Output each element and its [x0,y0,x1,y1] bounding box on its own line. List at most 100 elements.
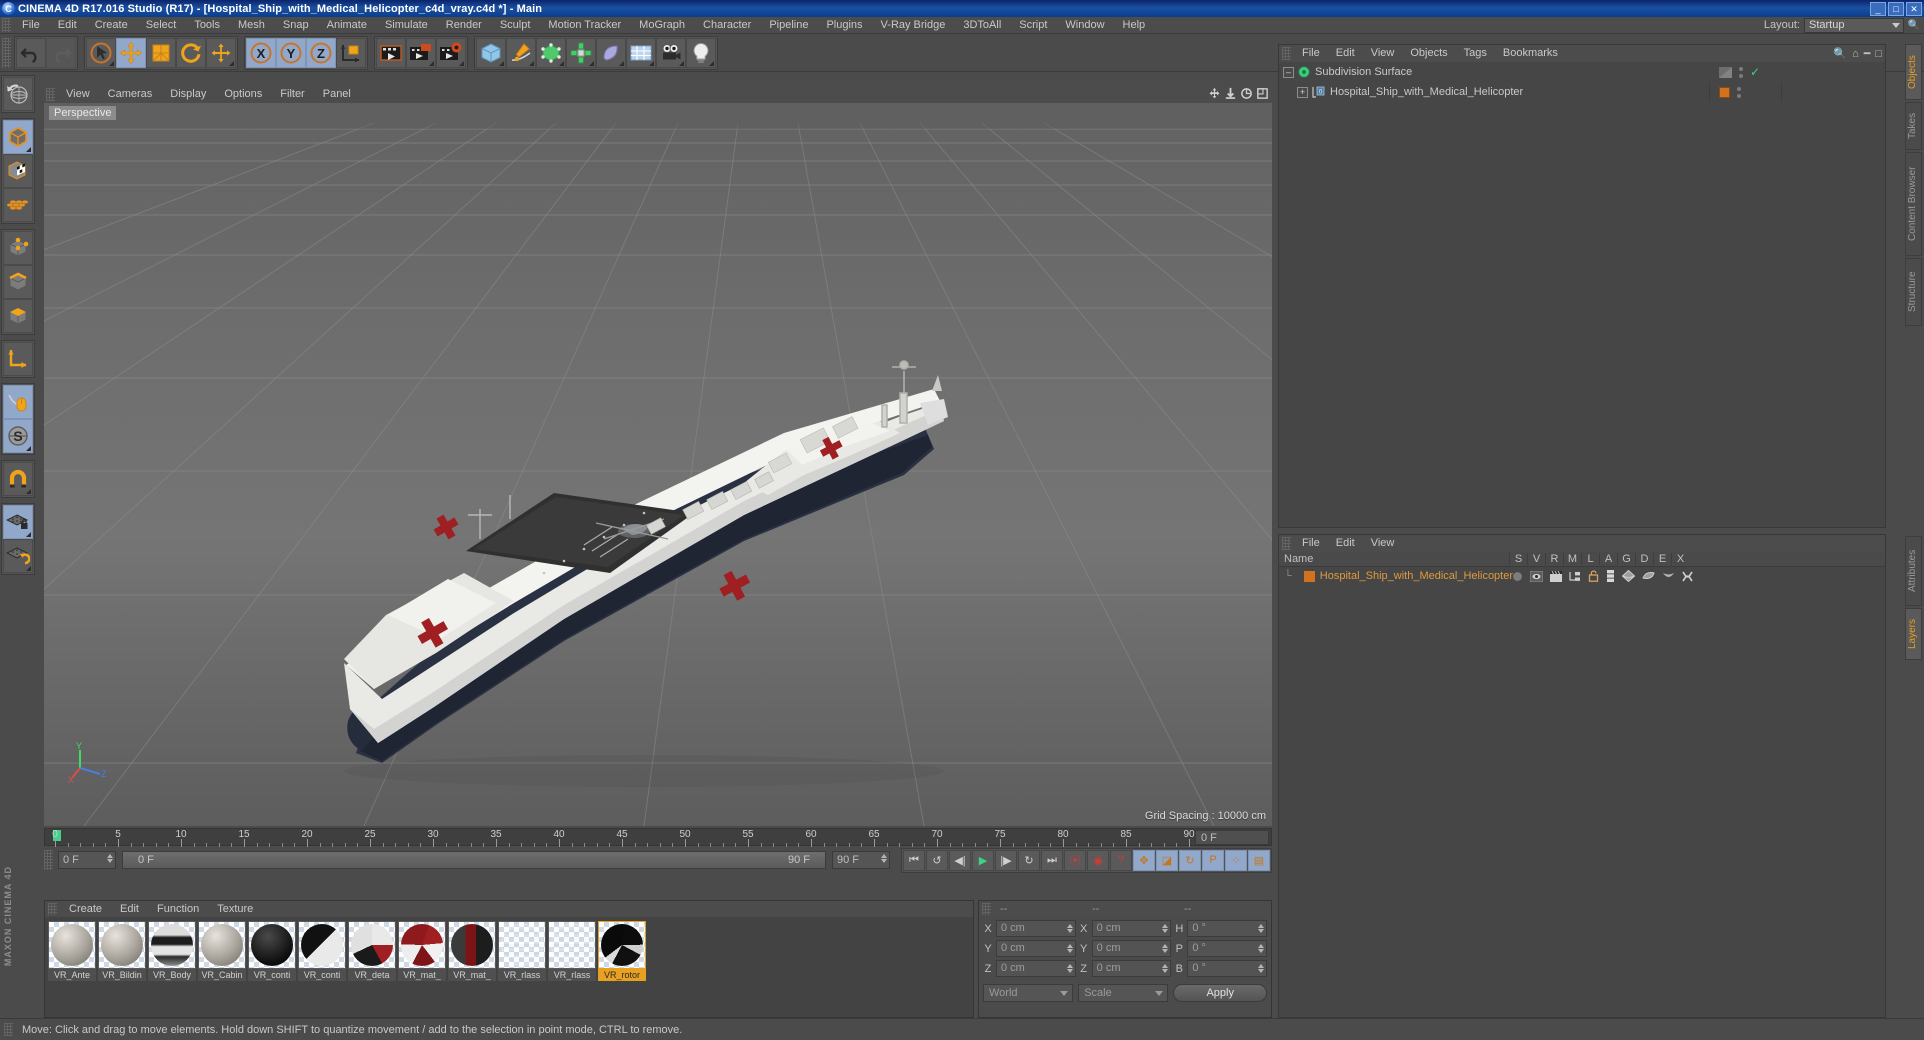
column-e[interactable]: E [1653,553,1671,565]
tab-layers[interactable]: Layers [1905,608,1922,660]
generator-icon[interactable] [1622,570,1635,582]
column-l[interactable]: L [1581,553,1599,565]
layer-row[interactable]: └ Hospital_Ship_with_Medical_Helicopter [1279,567,1885,585]
pen-spline-button[interactable] [506,37,536,68]
object-menu-edit[interactable]: Edit [1328,45,1363,62]
material-preview-swatch[interactable] [248,921,296,969]
cube-primitive-button[interactable] [476,37,506,68]
material-menu-function[interactable]: Function [148,901,208,917]
live-selection-button[interactable] [86,37,116,68]
enable-axis-icon[interactable]: S [3,419,33,453]
menu-animate[interactable]: Animate [318,17,376,34]
generator-button[interactable] [536,37,566,68]
column-g[interactable]: G [1617,553,1635,565]
point-level-anim-button[interactable]: ⁘ [1225,849,1247,871]
axis-x-button[interactable]: X [246,37,276,68]
end-frame-field[interactable]: 90 F [832,851,890,869]
material-preview-swatch[interactable] [598,921,646,969]
next-frame-button[interactable]: |▶ [995,849,1017,871]
record-active-objects-button[interactable]: ⦿ [1064,849,1086,871]
material-preview-swatch[interactable] [398,921,446,969]
material-preview-swatch[interactable] [148,921,196,969]
rotation-p-field[interactable]: 0 ° [1187,940,1268,957]
viewport-menu-options[interactable]: Options [215,86,271,103]
material-preview-swatch[interactable] [348,921,396,969]
viewport-menu-panel[interactable]: Panel [314,86,360,103]
go-to-end-button[interactable]: ⏭ [1041,849,1063,871]
scale-tool-button[interactable] [146,37,176,68]
rotation-b-field[interactable]: 0 ° [1187,960,1268,977]
object-row-controls[interactable]: ✓ [1719,62,1760,82]
layout-dropdown[interactable]: Startup [1804,17,1904,33]
animation-icon[interactable] [1606,570,1615,582]
workplane-rotate-icon[interactable] [3,539,33,573]
scale-key-button[interactable]: ◪ [1156,849,1178,871]
tab-content-browser[interactable]: Content Browser [1905,152,1922,256]
rotation-key-button[interactable]: ↻ [1179,849,1201,871]
menu-file[interactable]: File [13,17,49,34]
menu-pipeline[interactable]: Pipeline [760,17,817,34]
points-mode-icon[interactable] [3,188,33,222]
visible-eye-icon[interactable] [1530,570,1543,582]
layer-menu-file[interactable]: File [1294,535,1328,552]
viewport-menu-filter[interactable]: Filter [271,86,313,103]
object-menu-tags[interactable]: Tags [1456,45,1495,62]
start-frame-field[interactable]: 0 F [58,851,116,869]
render-view-button[interactable] [376,37,406,68]
material-preview-swatch[interactable] [298,921,346,969]
object-menu-bookmarks[interactable]: Bookmarks [1495,45,1566,62]
menu-window[interactable]: Window [1056,17,1113,34]
menu-plugins[interactable]: Plugins [817,17,871,34]
minimize-panel-icon[interactable]: ━ [1864,47,1871,60]
keyframe-selection-button[interactable]: ? [1110,849,1132,871]
column-x[interactable]: X [1671,553,1689,565]
world-object-axis-button[interactable] [336,37,366,68]
snap-magnet-icon[interactable] [3,462,33,496]
column-v[interactable]: V [1527,553,1545,565]
menu-select[interactable]: Select [137,17,186,34]
render-settings-button[interactable] [436,37,466,68]
object-row-controls[interactable] [1719,82,1741,102]
undo-view-icon[interactable] [3,77,33,111]
xref-icon[interactable] [1682,571,1693,582]
next-key-button[interactable]: ↻ [1018,849,1040,871]
rotate-tool-button[interactable] [176,37,206,68]
deformer-button[interactable] [566,37,596,68]
material-item[interactable]: VR_mat_ [398,921,446,981]
magnifier-icon[interactable]: 🔍 [1908,19,1920,31]
position-y-field[interactable]: 0 cm [996,940,1076,957]
viewport-menu-view[interactable]: View [57,86,99,103]
move-tool-button[interactable] [116,37,146,68]
home-icon[interactable]: ⌂ [1852,48,1859,60]
material-item[interactable]: VR_Body [148,921,196,981]
menu-v-ray-bridge[interactable]: V-Ray Bridge [872,17,955,34]
render-region-button[interactable] [406,37,436,68]
column-m[interactable]: M [1563,553,1581,565]
deformer-icon[interactable] [1642,570,1655,582]
axis-y-button[interactable]: Y [276,37,306,68]
expand-collapse-icon[interactable]: + [1297,86,1308,98]
coordinate-system-dropdown[interactable]: World [983,984,1074,1002]
preview-range-bar[interactable]: 0 F 90 F [122,851,826,869]
transform-mode-dropdown[interactable]: Scale [1078,984,1169,1002]
object-manager-tools[interactable]: 🔍 ⌂ ━ □ [1833,47,1882,61]
camera-button[interactable] [656,37,686,68]
menu-render[interactable]: Render [437,17,491,34]
menu-mograph[interactable]: MoGraph [630,17,694,34]
material-item[interactable]: VR_conti [298,921,346,981]
material-preview-swatch[interactable] [498,921,546,969]
menu-snap[interactable]: Snap [274,17,318,34]
solo-dot-icon[interactable] [1512,571,1523,582]
render-clapper-icon[interactable] [1550,570,1562,582]
hospital-ship-model[interactable] [44,103,1272,826]
viewport-nav-icons[interactable] [1208,87,1269,100]
column-d[interactable]: D [1635,553,1653,565]
layer-color-swatch[interactable] [1303,570,1315,582]
previous-key-button[interactable]: ↺ [926,849,948,871]
material-item[interactable]: VR_rlass [498,921,546,981]
timeline-ruler[interactable]: 0 5 10 15 20 25 30 35 40 45 50 55 60 65 70 75 80 85 90 0 F [44,828,1272,847]
object-tree[interactable]: – Subdivision Surface ✓ + 0 Hospital_Shi… [1279,62,1885,102]
viewport-menu-display[interactable]: Display [161,86,215,103]
viewport-solo-icon[interactable] [3,385,33,419]
rotation-h-field[interactable]: 0 ° [1187,920,1268,937]
